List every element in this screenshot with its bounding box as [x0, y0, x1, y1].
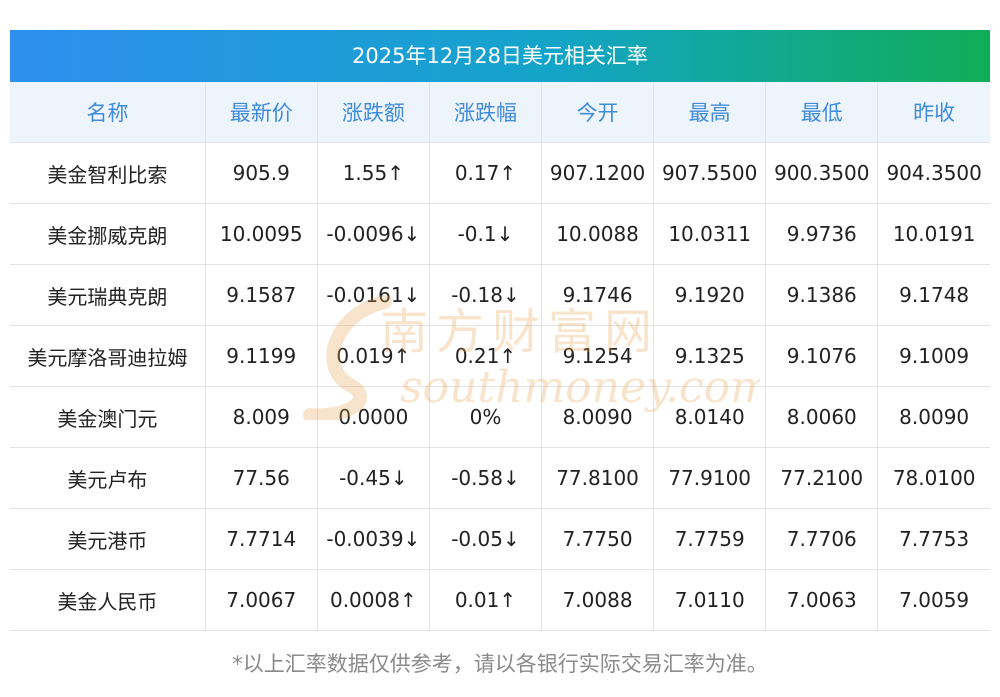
exchange-rate-table: 名称 最新价 涨跌额 涨跌幅 今开 最高 最低 昨收 美金智利比索 905.9 1.…: [10, 82, 990, 631]
high-cell: 7.7759: [653, 508, 767, 570]
prev-close-cell: 8.0090: [877, 386, 990, 448]
prev-close-cell: 9.1748: [877, 264, 990, 326]
page-title: 2025年12月28日美元相关汇率: [10, 30, 990, 82]
table-row: 美金澳门元 8.009 0.0000 0% 8.0090 8.0140 8.0060 8.00…: [10, 386, 990, 448]
low-cell: 9.1076: [765, 325, 879, 387]
disclaimer-footnote: *以上汇率数据仅供参考，请以各银行实际交易汇率为准。: [232, 652, 768, 676]
low-cell: 7.7706: [765, 508, 879, 570]
table-row: 美元卢布 77.56 -0.45↓ -0.58↓ 77.8100 77.9100 77.21…: [10, 447, 990, 509]
change-cell: 0.019↑: [317, 325, 430, 387]
latest-price-cell: 7.7714: [205, 508, 318, 570]
open-cell: 9.1746: [541, 264, 655, 326]
table-header-row: 名称 最新价 涨跌额 涨跌幅 今开 最高 最低 昨收: [10, 82, 990, 143]
high-cell: 10.0311: [653, 203, 767, 265]
column-header-change-pct: 涨跌幅: [429, 82, 543, 143]
latest-price-cell: 77.56: [205, 447, 318, 509]
latest-price-cell: 905.9: [205, 142, 318, 204]
open-cell: 9.1254: [541, 325, 655, 387]
change-pct-cell: 0.21↑: [429, 325, 543, 387]
change-cell: 1.55↑: [317, 142, 430, 204]
column-header-change: 涨跌额: [317, 82, 430, 143]
low-cell: 77.2100: [765, 447, 879, 509]
table-row: 美元摩洛哥迪拉姆 9.1199 0.019↑ 0.21↑ 9.1254 9.1325 9.1…: [10, 325, 990, 387]
low-cell: 7.0063: [765, 569, 879, 631]
currency-name-cell: 美元港币: [10, 508, 206, 570]
currency-name-cell: 美金人民币: [10, 569, 206, 631]
high-cell: 7.0110: [653, 569, 767, 631]
column-header-prev-close: 昨收: [877, 82, 990, 143]
change-pct-cell: 0%: [429, 386, 543, 448]
prev-close-cell: 7.0059: [877, 569, 990, 631]
open-cell: 10.0088: [541, 203, 655, 265]
table-row: 美元瑞典克朗 9.1587 -0.0161↓ -0.18↓ 9.1746 9.1920 9.…: [10, 264, 990, 326]
high-cell: 8.0140: [653, 386, 767, 448]
open-cell: 907.1200: [541, 142, 655, 204]
change-pct-cell: -0.05↓: [429, 508, 543, 570]
change-cell: 0.0008↑: [317, 569, 430, 631]
change-cell: 0.0000: [317, 386, 430, 448]
latest-price-cell: 10.0095: [205, 203, 318, 265]
prev-close-cell: 9.1009: [877, 325, 990, 387]
low-cell: 8.0060: [765, 386, 879, 448]
prev-close-cell: 10.0191: [877, 203, 990, 265]
latest-price-cell: 9.1587: [205, 264, 318, 326]
latest-price-cell: 7.0067: [205, 569, 318, 631]
prev-close-cell: 7.7753: [877, 508, 990, 570]
low-cell: 9.9736: [765, 203, 879, 265]
change-cell: -0.0161↓: [317, 264, 430, 326]
currency-name-cell: 美金挪威克朗: [10, 203, 206, 265]
table-row: 美金人民币 7.0067 0.0008↑ 0.01↑ 7.0088 7.0110 7.006…: [10, 569, 990, 631]
prev-close-cell: 904.3500: [877, 142, 990, 204]
open-cell: 8.0090: [541, 386, 655, 448]
currency-name-cell: 美元卢布: [10, 447, 206, 509]
currency-name-cell: 美元瑞典克朗: [10, 264, 206, 326]
column-header-name: 名称: [10, 82, 206, 143]
high-cell: 907.5500: [653, 142, 767, 204]
column-header-low: 最低: [765, 82, 879, 143]
change-pct-cell: 0.01↑: [429, 569, 543, 631]
change-pct-cell: -0.1↓: [429, 203, 543, 265]
open-cell: 7.7750: [541, 508, 655, 570]
low-cell: 900.3500: [765, 142, 879, 204]
latest-price-cell: 8.009: [205, 386, 318, 448]
change-cell: -0.0096↓: [317, 203, 430, 265]
table-row: 美金挪威克朗 10.0095 -0.0096↓ -0.1↓ 10.0088 10.0311…: [10, 203, 990, 265]
change-cell: -0.45↓: [317, 447, 430, 509]
latest-price-cell: 9.1199: [205, 325, 318, 387]
high-cell: 77.9100: [653, 447, 767, 509]
change-pct-cell: 0.17↑: [429, 142, 543, 204]
change-cell: -0.0039↓: [317, 508, 430, 570]
high-cell: 9.1920: [653, 264, 767, 326]
open-cell: 7.0088: [541, 569, 655, 631]
open-cell: 77.8100: [541, 447, 655, 509]
column-header-open: 今开: [541, 82, 655, 143]
change-pct-cell: -0.58↓: [429, 447, 543, 509]
currency-name-cell: 美金澳门元: [10, 386, 206, 448]
column-header-latest: 最新价: [205, 82, 318, 143]
currency-name-cell: 美金智利比索: [10, 142, 206, 204]
change-pct-cell: -0.18↓: [429, 264, 543, 326]
table-row: 美元港币 7.7714 -0.0039↓ -0.05↓ 7.7750 7.7759 7.77…: [10, 508, 990, 570]
high-cell: 9.1325: [653, 325, 767, 387]
low-cell: 9.1386: [765, 264, 879, 326]
currency-name-cell: 美元摩洛哥迪拉姆: [10, 325, 206, 387]
table-row: 美金智利比索 905.9 1.55↑ 0.17↑ 907.1200 907.5500 900…: [10, 142, 990, 204]
column-header-high: 最高: [653, 82, 767, 143]
prev-close-cell: 78.0100: [877, 447, 990, 509]
